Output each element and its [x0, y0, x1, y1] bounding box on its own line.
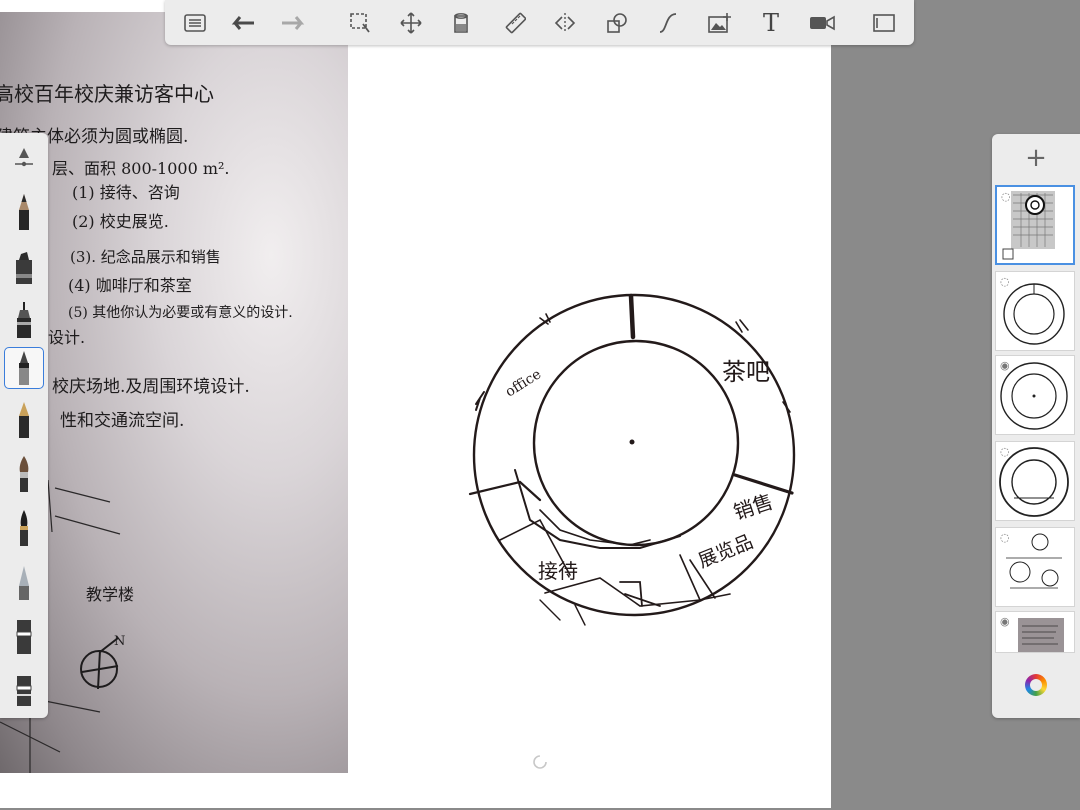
- undo-icon[interactable]: [224, 6, 258, 40]
- visibility-hidden-icon[interactable]: ◌: [1000, 275, 1010, 288]
- layer-thumbnail[interactable]: ◌: [995, 185, 1075, 265]
- marker-icon[interactable]: [4, 245, 44, 287]
- symmetry-icon[interactable]: [548, 6, 582, 40]
- plan-sketch: office 茶吧 销售 展览品 接待: [468, 293, 796, 626]
- visibility-hidden-icon[interactable]: ◌: [1001, 190, 1011, 203]
- color-wheel-icon[interactable]: [1025, 674, 1047, 696]
- airbrush-icon[interactable]: [4, 561, 44, 603]
- shapes-icon[interactable]: [600, 6, 634, 40]
- layers-panel: + ◌ ◌ ◉ ◌ ◌ ◉: [992, 134, 1080, 718]
- layer-thumbnail[interactable]: ◉: [995, 355, 1075, 435]
- brush-settings-icon[interactable]: [4, 137, 44, 179]
- move-icon[interactable]: [394, 6, 428, 40]
- sketch-label-teabar: 茶吧: [722, 358, 770, 386]
- list-icon[interactable]: [178, 6, 212, 40]
- loading-spinner-icon: [533, 755, 547, 769]
- inner-ring: [532, 339, 740, 547]
- text-icon[interactable]: T: [754, 6, 788, 40]
- fill-bucket-icon[interactable]: [445, 6, 479, 40]
- paintbrush-icon[interactable]: [4, 453, 44, 495]
- fineliner-icon[interactable]: [4, 299, 44, 341]
- top-toolbar: T: [165, 0, 914, 45]
- redo-icon[interactable]: [278, 6, 312, 40]
- add-layer-button[interactable]: +: [992, 140, 1080, 176]
- sketch-label-office: office: [503, 366, 545, 400]
- outer-ring: [472, 293, 796, 617]
- center-point: [629, 439, 635, 445]
- curve-icon[interactable]: [651, 6, 685, 40]
- fullscreen-icon[interactable]: [867, 6, 901, 40]
- sketch-label-sales: 销售: [730, 489, 775, 524]
- sketch-label-exhibit: 展览品: [695, 531, 756, 573]
- visibility-icon[interactable]: ◉: [1000, 615, 1010, 628]
- layer-thumbnail[interactable]: ◌: [995, 441, 1075, 521]
- brush-pen-icon[interactable]: [4, 507, 44, 549]
- ruler-icon[interactable]: [498, 6, 532, 40]
- layer-thumbnail[interactable]: ◌: [995, 271, 1075, 351]
- technical-pen-icon[interactable]: [4, 347, 44, 389]
- visibility-icon[interactable]: ◉: [1000, 359, 1010, 372]
- smudge-icon[interactable]: [4, 667, 44, 709]
- brush-palette: [0, 133, 48, 718]
- sketch-label-reception: 接待: [538, 559, 578, 583]
- image-insert-icon[interactable]: [703, 6, 737, 40]
- eraser-icon[interactable]: [4, 615, 44, 657]
- selection-icon[interactable]: [343, 6, 377, 40]
- pencil-icon[interactable]: [4, 191, 44, 233]
- layer-thumbnail[interactable]: ◉: [995, 611, 1075, 653]
- pen-icon[interactable]: [4, 399, 44, 441]
- visibility-hidden-icon[interactable]: ◌: [1000, 445, 1010, 458]
- visibility-hidden-icon[interactable]: ◌: [1000, 531, 1010, 544]
- layer-thumbnail[interactable]: ◌: [995, 527, 1075, 607]
- video-icon[interactable]: [805, 6, 839, 40]
